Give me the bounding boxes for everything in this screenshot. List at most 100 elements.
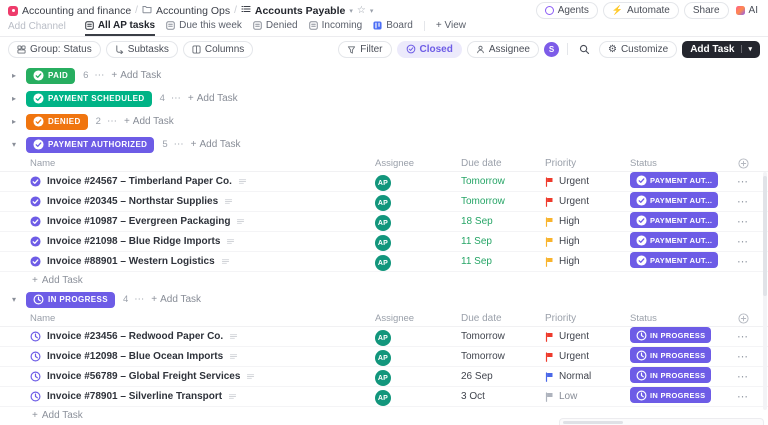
tab-all-ap-tasks[interactable]: All AP tasks [85,20,155,36]
breadcrumb-space[interactable]: Accounting and finance [22,5,131,17]
status-pill[interactable]: PAYMENT AUT... [630,252,718,268]
agents-button[interactable]: Agents [536,2,598,19]
assignee-avatar[interactable]: AP [375,235,391,251]
assignee-avatar[interactable]: AP [375,370,391,386]
status-pill[interactable]: PAYMENT AUT... [630,192,718,208]
add-task-row[interactable]: +Add Task [0,272,768,288]
filter-button[interactable]: Filter [338,41,391,58]
task-row[interactable]: Invoice #21098 – Blue Ridge Imports AP 1… [0,232,768,252]
priority-cell[interactable]: Normal [545,371,630,382]
group-add-task-button[interactable]: +Add Task [191,139,241,150]
search-button[interactable] [576,40,594,58]
status-pill[interactable]: PAYMENT AUT... [630,212,718,228]
task-status-icon[interactable] [30,256,41,267]
breadcrumb-folder[interactable]: Accounting Ops [156,5,230,17]
column-assignee[interactable]: Assignee [375,158,461,169]
task-status-icon[interactable] [30,176,41,187]
row-menu-button[interactable]: ⋯ [737,330,749,343]
status-pill[interactable]: IN PROGRESS [630,367,711,383]
assignee-avatar[interactable]: AP [375,195,391,211]
favorite-star-icon[interactable]: ☆ [357,5,366,16]
due-date-value[interactable]: 3 Oct [461,391,545,402]
task-row[interactable]: Invoice #20345 – Northstar Supplies AP T… [0,192,768,212]
task-name[interactable]: Invoice #20345 – Northstar Supplies [47,196,218,207]
due-date-value[interactable]: 11 Sep [461,236,545,247]
chevron-right-icon[interactable]: ▸ [8,94,20,103]
chevron-right-icon[interactable]: ▸ [8,71,20,80]
status-pill[interactable]: IN PROGRESS [630,387,711,403]
due-date-value[interactable]: Tomorrow [461,351,545,362]
task-status-icon[interactable] [30,196,41,207]
task-name[interactable]: Invoice #12098 – Blue Ocean Imports [47,351,223,362]
add-column-button[interactable] [722,313,764,324]
task-status-icon[interactable] [30,236,41,247]
column-status[interactable]: Status [630,158,722,169]
group-status-pill[interactable]: DENIED [26,114,88,130]
priority-cell[interactable]: Urgent [545,331,630,342]
task-status-icon[interactable] [30,391,41,402]
chevron-down-icon[interactable]: ▾ [370,7,374,15]
row-menu-button[interactable]: ⋯ [737,235,749,248]
group-add-task-button[interactable]: +Add Task [151,294,201,305]
breadcrumb-list[interactable]: Accounts Payable [255,5,345,17]
column-name[interactable]: Name [30,313,375,324]
priority-cell[interactable]: High [545,256,630,267]
vertical-scrollbar[interactable] [763,172,767,410]
column-priority[interactable]: Priority [545,158,630,169]
chevron-down-icon[interactable]: ▾ [349,7,353,15]
row-menu-button[interactable]: ⋯ [737,390,749,403]
automate-button[interactable]: ⚡Automate [603,2,679,19]
assignee-avatar[interactable]: AP [375,175,391,191]
chevron-down-icon[interactable]: ▾ [8,295,20,304]
due-date-value[interactable]: Tomorrow [461,331,545,342]
task-name[interactable]: Invoice #10987 – Evergreen Packaging [47,216,230,227]
row-menu-button[interactable]: ⋯ [737,175,749,188]
priority-cell[interactable]: Urgent [545,196,630,207]
priority-cell[interactable]: Low [545,391,630,402]
tab-board[interactable]: Board [373,20,413,36]
group-status-pill[interactable]: PAYMENT SCHEDULED [26,91,152,107]
tab-due-this-week[interactable]: Due this week [166,20,242,36]
tab-incoming[interactable]: Incoming [309,20,363,36]
closed-filter-button[interactable]: Closed [397,41,462,58]
tab-denied[interactable]: Denied [253,20,298,36]
assignee-filter-button[interactable]: Assignee [467,41,539,58]
group-menu-button[interactable]: ⋯ [94,70,105,81]
add-channel-button[interactable]: Add Channel [8,21,66,36]
group-menu-button[interactable]: ⋯ [107,116,118,127]
group-add-task-button[interactable]: +Add Task [124,116,174,127]
group-add-task-button[interactable]: +Add Task [111,70,161,81]
row-menu-button[interactable]: ⋯ [737,215,749,228]
priority-cell[interactable]: Urgent [545,351,630,362]
column-name[interactable]: Name [30,158,375,169]
group-add-task-button[interactable]: +Add Task [188,93,238,104]
column-priority[interactable]: Priority [545,313,630,324]
due-date-value[interactable]: 18 Sep [461,216,545,227]
group-status-pill[interactable]: PAID [26,68,75,84]
add-column-button[interactable] [722,158,764,169]
priority-cell[interactable]: High [545,236,630,247]
assignee-avatar[interactable]: AP [375,350,391,366]
group-menu-button[interactable]: ⋯ [174,139,185,150]
group-menu-button[interactable]: ⋯ [134,294,145,305]
chevron-down-icon[interactable]: ▾ [8,140,20,149]
priority-cell[interactable]: High [545,216,630,227]
chevron-right-icon[interactable]: ▸ [8,117,20,126]
column-due-date[interactable]: Due date [461,313,545,324]
user-avatar[interactable]: S [544,42,559,57]
assignee-avatar[interactable]: AP [375,215,391,231]
column-assignee[interactable]: Assignee [375,313,461,324]
add-column-icon[interactable] [738,158,749,169]
task-row[interactable]: Invoice #88901 – Western Logistics AP 11… [0,252,768,272]
group-status-pill[interactable]: PAYMENT AUTHORIZED [26,137,154,153]
share-button[interactable]: Share [684,2,729,19]
add-view-button[interactable]: + View [436,20,466,36]
task-name[interactable]: Invoice #21098 – Blue Ridge Imports [47,236,220,247]
status-pill[interactable]: PAYMENT AUT... [630,172,718,188]
due-date-value[interactable]: 11 Sep [461,256,545,267]
assignee-avatar[interactable]: AP [375,255,391,271]
task-name[interactable]: Invoice #24567 – Timberland Paper Co. [47,176,232,187]
add-task-button[interactable]: Add Task ▾ [682,41,760,58]
assignee-avatar[interactable]: AP [375,330,391,346]
priority-cell[interactable]: Urgent [545,176,630,187]
